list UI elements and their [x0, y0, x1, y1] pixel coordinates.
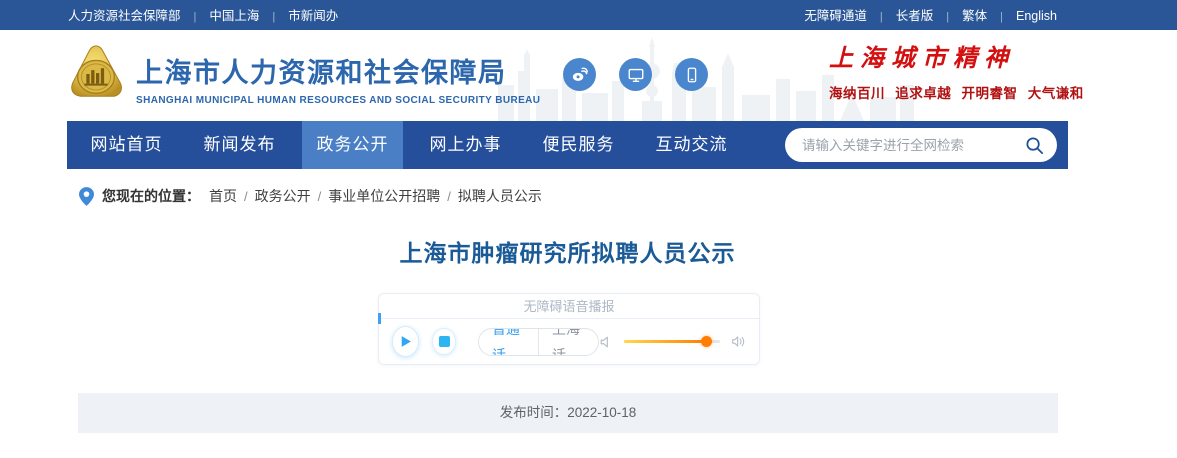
org-title-block: 上海市人力资源和社会保障局 SHANGHAI MUNICIPAL HUMAN R… [136, 51, 540, 106]
org-name: 上海市人力资源和社会保障局 [136, 58, 507, 88]
separator: | [1000, 11, 1003, 23]
page-title: 上海市肿瘤研究所拟聘人员公示 [399, 240, 736, 266]
separator: | [193, 11, 197, 23]
volume-control [599, 334, 746, 349]
separator: / [447, 188, 451, 204]
topbar-left-links: 人力资源社会保障部 | 中国上海 | 市新闻办 [68, 5, 338, 25]
publish-date-bar: 发布时间：2022-10-18 [78, 393, 1058, 433]
motto-title: 上海城市精神 [829, 46, 1015, 72]
separator: | [272, 11, 276, 23]
audio-reader-title: 无障碍语音播报 [523, 299, 615, 314]
volume-low-icon [599, 335, 613, 349]
breadcrumb-home[interactable]: 首页 [209, 186, 237, 206]
breadcrumb-recruitment[interactable]: 事业单位公开招聘 [328, 186, 440, 206]
location-pin-icon [79, 186, 94, 206]
publish-date-value: 2022-10-18 [567, 405, 637, 420]
topbar: 人力资源社会保障部 | 中国上海 | 市新闻办 无障碍通道 | 长者版 | 繁体 | English [0, 0, 1177, 30]
audio-reader-header: 无障碍语音播报 [378, 294, 759, 324]
breadcrumb-current-page: 拟聘人员公示 [457, 188, 542, 204]
nav-item-gov-info[interactable]: 政务公开 [302, 121, 403, 169]
topbar-link-news-office[interactable]: 市新闻办 [288, 9, 338, 23]
city-spirit-motto: 上海城市精神 海纳百川 追求卓越 开明睿智 大气谦和 [829, 38, 1084, 102]
nav-item-news[interactable]: 新闻发布 [189, 121, 290, 169]
breadcrumb-label: 您现在的位置： [102, 188, 200, 204]
stop-icon [438, 336, 450, 347]
language-option-shanghainese[interactable]: 上海话 [537, 328, 598, 355]
topbar-link-traditional[interactable]: 繁体 [962, 9, 987, 23]
search-box [785, 128, 1057, 162]
page: 人力资源社会保障部 | 中国上海 | 市新闻办 无障碍通道 | 长者版 | 繁体 | English [0, 0, 1177, 458]
motto-text: 海纳百川 追求卓越 开明睿智 大气谦和 [829, 86, 1084, 101]
search-input[interactable] [802, 137, 1024, 153]
separator: / [317, 188, 322, 204]
masthead: 上海市人力资源和社会保障局 SHANGHAI MUNICIPAL HUMAN R… [0, 30, 1177, 121]
separator: | [879, 11, 883, 23]
topbar-link-accessibility[interactable]: 无障碍通道 [804, 9, 867, 23]
audio-reader-widget: 无障碍语音播报 普通话 上海话 [378, 293, 760, 365]
org-name-english: SHANGHAI MUNICIPAL HUMAN RESOURCES AND S… [136, 95, 541, 106]
nav-item-home[interactable]: 网站首页 [76, 121, 177, 169]
nav-item-interaction[interactable]: 互动交流 [641, 121, 742, 169]
play-button[interactable] [392, 326, 420, 357]
search-icon[interactable] [1024, 135, 1045, 156]
separator: / [244, 188, 248, 204]
topbar-link-english[interactable]: English [1016, 9, 1057, 23]
language-option-mandarin[interactable]: 普通话 [479, 329, 538, 355]
stop-button[interactable] [432, 328, 456, 355]
volume-slider[interactable] [624, 336, 720, 347]
nav-item-public-services[interactable]: 便民服务 [528, 121, 629, 169]
language-toggle: 普通话 上海话 [477, 327, 599, 356]
topbar-link-mohrss[interactable]: 人力资源社会保障部 [68, 9, 181, 23]
volume-thumb[interactable] [700, 336, 712, 347]
audio-progress-tick [378, 313, 381, 324]
nav-item-online-services[interactable]: 网上办事 [415, 121, 516, 169]
mobile-icon[interactable] [675, 58, 708, 91]
separator: | [946, 11, 950, 23]
header-channel-icons [563, 58, 708, 91]
breadcrumb: 您现在的位置： 首页 / 政务公开 / 事业单位公开招聘 / 拟聘人员公示 [79, 185, 1177, 207]
bureau-logo[interactable] [67, 44, 125, 104]
publish-date-label: 发布时间： [499, 405, 568, 420]
breadcrumb-gov-info[interactable]: 政务公开 [255, 186, 311, 206]
topbar-link-china-shanghai[interactable]: 中国上海 [209, 9, 259, 23]
volume-fill [624, 340, 706, 343]
desktop-icon[interactable] [619, 58, 652, 91]
volume-high-icon [731, 334, 746, 349]
topbar-link-elder-version[interactable]: 长者版 [896, 9, 934, 23]
main-nav: 网站首页 新闻发布 政务公开 网上办事 便民服务 互动交流 [67, 121, 1068, 169]
weibo-icon[interactable] [563, 58, 596, 91]
topbar-right-links: 无障碍通道 | 长者版 | 繁体 | English [804, 5, 1057, 25]
